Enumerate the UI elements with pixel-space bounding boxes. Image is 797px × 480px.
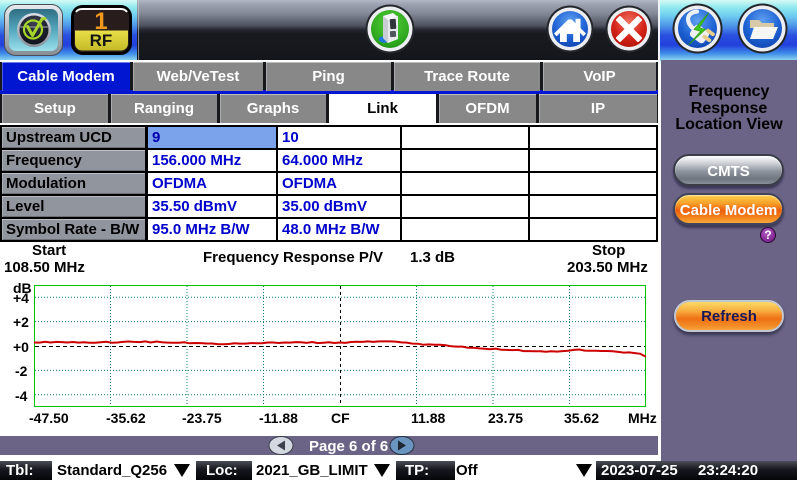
svg-text:RF: RF (90, 31, 113, 50)
